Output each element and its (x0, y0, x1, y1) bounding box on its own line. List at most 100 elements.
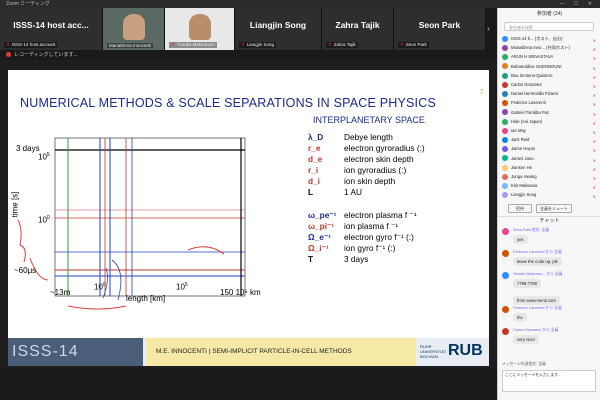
footer-text: M.E. INNOCENTI | SEMI-IMPLICIT PARTICLE-… (146, 338, 416, 366)
param-row: d_i ion skin depth (308, 176, 395, 186)
y-tick-1e5: 105 (38, 152, 50, 162)
avatar (502, 146, 508, 153)
tile-name: ✕ Zahra Tajik (326, 42, 358, 48)
chat-bubble: from www.menti.com (513, 296, 560, 305)
chat-sender: Seon Park 宛先: 全員 (513, 228, 550, 232)
freq-symbol: Ω_e⁻¹ (308, 232, 332, 242)
avatar (502, 100, 508, 107)
window-controls[interactable]: — ☐ ✕ (560, 0, 596, 8)
side-panel: 参加者 (34) 参加者を検索 招待 全員をミュート チャット メッセージの送信… (497, 8, 600, 400)
chat-input[interactable]: ここにメッセージを入力します... (502, 370, 596, 392)
mic-muted-icon: ✕ (400, 42, 404, 47)
freq-row: ω_pi⁻¹ ion plasma f ⁻¹ (308, 221, 398, 231)
chat-bubble: thx (513, 313, 527, 322)
tile-name: MariaElena Innocenti (107, 43, 154, 48)
freq-symbol: Ω_i⁻¹ (308, 243, 329, 253)
recording-indicator: レコーディングしています... (0, 50, 497, 60)
avatar (502, 137, 508, 144)
participants-title: 参加者 (34) (536, 11, 563, 17)
param-desc: ion gyroradius (:) (344, 165, 407, 175)
video-tile[interactable]: ✕ Yosuke Matsumoto (165, 8, 235, 50)
param-symbol: d_e (308, 154, 323, 164)
invite-button[interactable]: 招待 (508, 204, 532, 213)
avatar (502, 328, 509, 335)
freq-desc: electron plasma f ⁻¹ (344, 210, 417, 220)
tile-big-name: Zahra Tajik (335, 20, 380, 30)
window-title: Zoom ミーティング (6, 1, 50, 7)
interplanetary-heading: INTERPLANETARY SPACE (313, 115, 425, 125)
avatar (502, 155, 508, 162)
x-tick-right: 150 10⁶ km (220, 288, 261, 297)
param-symbol: λ_D (308, 132, 324, 142)
avatar (502, 173, 508, 180)
chat-message: Federico Lavorenti から 全員 thx (502, 306, 598, 322)
mute-all-button[interactable]: 全員をミュート (536, 204, 572, 213)
chat-bubble: very nice! (513, 335, 539, 344)
chat-sender: Federico Lavorenti から 全員 (513, 250, 562, 254)
video-tile[interactable]: ISSS-14 host acc... ✕ ISSS-14 host accoun… (0, 8, 103, 50)
avatar (502, 81, 508, 88)
recording-icon (6, 52, 11, 58)
param-symbol: L (308, 187, 314, 197)
avatar (502, 72, 508, 79)
param-row: L 1 AU (308, 187, 362, 197)
rub-logo: RUB (448, 342, 483, 359)
avatar (502, 63, 508, 70)
freq-desc: 3 days (344, 254, 369, 264)
avatar (502, 192, 508, 199)
avatar (502, 183, 508, 190)
tile-name: ✕ Liangjin Song (239, 42, 277, 48)
avatar (502, 306, 509, 313)
y-tick-top: 3 days (16, 144, 40, 153)
annotation-scribble (102, 259, 122, 301)
participant-name: Kirit Makwana (511, 183, 538, 189)
video-tile[interactable]: Seon Park ✕ Seon Park (394, 8, 486, 50)
freq-row: Ω_e⁻¹ electron gyro f⁻¹ (:) (308, 232, 414, 242)
chat-sender: Federico Lavorenti から 全員 (513, 306, 562, 310)
slide-title: NUMERICAL METHODS & SCALE SEPARATIONS IN… (20, 96, 436, 110)
participant-name: Bahareddine GUENNOUNI (511, 63, 562, 69)
participant-name: Hide (Aoi Japan) (511, 118, 543, 124)
freq-symbol: ω_pi⁻¹ (308, 221, 335, 231)
video-tile[interactable]: Liangjin Song ✕ Liangjin Song (235, 8, 322, 50)
chat-bubble: 7798-7760 (513, 279, 542, 288)
tile-name: ✕ Seon Park (398, 42, 429, 48)
freq-row: T 3 days (308, 254, 368, 264)
video-tile[interactable]: Zahra Tajik ✕ Zahra Tajik (322, 8, 394, 50)
slide-page-number: 7 (480, 90, 484, 96)
meeting-controls-bar (0, 368, 497, 400)
mic-muted-icon: ✕ (171, 42, 175, 47)
freq-symbol: ω_pe⁻¹ (308, 210, 337, 220)
chat-bubble: leave the code up, pls (513, 257, 562, 266)
participant-video (123, 14, 145, 40)
param-row: r_i ion gyroradius (:) (308, 165, 406, 175)
mic-muted-icon[interactable]: ✕ (593, 192, 596, 202)
tile-big-name: Liangjin Song (249, 20, 307, 30)
mic-muted-icon: ✕ (328, 42, 332, 47)
chat-title: チャット (498, 216, 600, 225)
chat-message: Carlos Gonzalez から 全員 very nice! (502, 328, 598, 344)
param-row: λ_D Debye length (308, 132, 393, 142)
param-desc: electron gyroradius (:) (344, 143, 425, 153)
param-row: r_e electron gyroradius (:) (308, 143, 425, 153)
avatar (502, 54, 508, 61)
avatar (502, 45, 508, 52)
video-tile[interactable]: MariaElena Innocenti (103, 8, 165, 50)
gallery-next-icon[interactable]: › (487, 24, 490, 33)
x-axis-label: length [km] (126, 294, 166, 303)
mic-muted-icon: ✕ (6, 42, 10, 47)
participant-search-input[interactable]: 参加者を検索 (504, 22, 594, 31)
chat-recipient[interactable]: メッセージの送信先: 全員 (502, 362, 546, 367)
participant-row[interactable]: Liangjin Song ✕ (502, 190, 598, 200)
freq-desc: ion plasma f ⁻¹ (344, 221, 399, 231)
shared-slide: NUMERICAL METHODS & SCALE SEPARATIONS IN… (8, 70, 489, 366)
title-bar: Zoom ミーティング — ☐ ✕ (0, 0, 600, 8)
participant-name: Jack Reid (511, 137, 530, 143)
avatar (502, 250, 509, 257)
chat-sender: Carlos Gonzalez から 全員 (513, 328, 559, 332)
param-symbol: d_i (308, 176, 320, 186)
participant-name: Federico Lavorenti (511, 100, 546, 106)
participant-name: Gabriel Torralba Paz (511, 109, 550, 115)
param-symbol: r_e (308, 143, 321, 153)
mic-muted-icon: ✕ (241, 42, 245, 47)
